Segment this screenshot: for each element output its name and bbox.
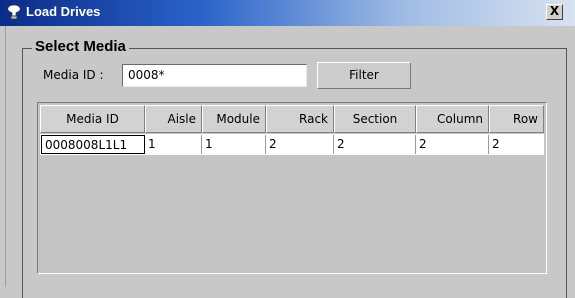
column-header-module[interactable]: Module [202,105,266,133]
cell-row[interactable]: 2 [489,135,544,154]
cell-module[interactable]: 1 [202,135,266,154]
cell-section[interactable]: 2 [334,135,416,154]
column-header-aisle[interactable]: Aisle [145,105,202,133]
app-icon [7,4,21,20]
column-header-media-id[interactable]: Media ID [40,105,145,133]
window-title: Load Drives [26,4,101,19]
media-id-input[interactable]: 0008* [122,64,307,87]
cell-media-id[interactable]: 0008008L1L1 [41,135,145,154]
cell-aisle[interactable]: 1 [145,135,202,154]
title-bar[interactable]: Load Drives X [0,0,575,26]
close-button[interactable]: X [546,4,563,20]
media-id-label: Media ID : [43,68,104,82]
cell-column[interactable]: 2 [416,135,489,154]
column-header-rack[interactable]: Rack [266,105,334,133]
select-media-title: Select Media [32,38,129,56]
column-header-section[interactable]: Section [334,105,416,133]
cell-rack[interactable]: 2 [266,135,334,154]
column-header-row[interactable]: Row [489,105,544,133]
filter-button[interactable]: Filter [317,62,411,89]
column-header-column[interactable]: Column [416,105,489,133]
window-frame [0,26,6,287]
